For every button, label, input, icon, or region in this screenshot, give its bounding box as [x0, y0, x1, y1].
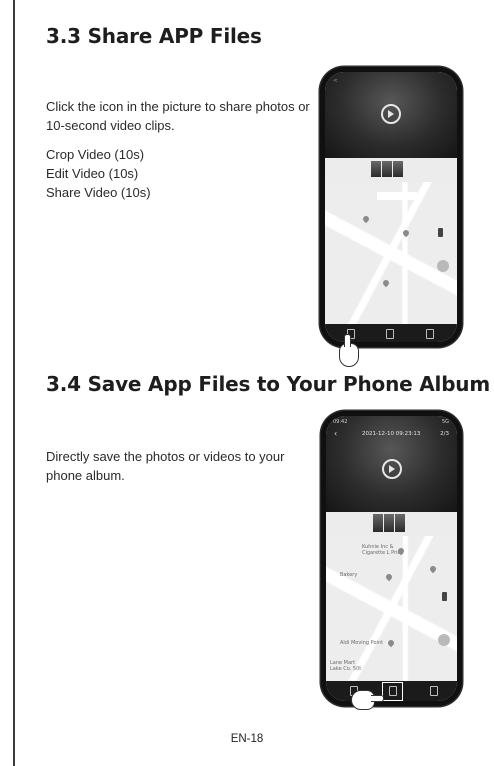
status-time: 09:42 — [333, 419, 348, 425]
phone-mockup-share: < — [320, 67, 462, 347]
trash-icon — [430, 686, 438, 696]
option-edit-video: Edit Video (10s) — [46, 166, 139, 181]
map-pin-icon — [384, 572, 394, 582]
map-label: Bakery — [340, 572, 358, 578]
option-crop-video: Crop Video (10s) — [46, 147, 145, 162]
action-bar — [326, 681, 457, 701]
map-pin-icon — [401, 228, 411, 238]
device-icon — [438, 228, 443, 237]
option-share-video: Share Video (10s) — [46, 185, 151, 200]
video-preview: < — [325, 72, 457, 158]
status-signal: 5G — [441, 419, 449, 425]
download-icon — [386, 329, 394, 339]
section-3-3-description: Click the icon in the picture to share p… — [46, 99, 310, 133]
map-label: Lake Co. 50t — [330, 666, 362, 672]
page-counter: 2/3 — [440, 431, 449, 437]
share-options-list: Crop Video (10s) Edit Video (10s) Share … — [46, 145, 151, 202]
section-3-4-heading: 3.4 Save App Files to Your Phone Album — [46, 372, 490, 396]
section-3-4-description: Directly save the photos or videos to yo… — [46, 449, 285, 483]
map-view: Kuhnie Inc & Cigarette L Pride Bakery Al… — [326, 536, 457, 682]
page-number: EN-18 — [230, 733, 264, 745]
chevron-left-icon: < — [333, 78, 338, 84]
trash-icon — [426, 329, 434, 339]
phone-mockup-save: 09:42 5G ‹ 2021-12-10 09:23:13 2/3 Kuhni… — [321, 411, 462, 706]
location-button-icon — [437, 260, 449, 272]
play-circle-icon — [381, 459, 402, 479]
left-margin-rule — [13, 0, 15, 766]
map-pin-icon — [428, 564, 438, 574]
video-thumbnail-strip — [373, 514, 405, 532]
download-highlight — [382, 682, 403, 701]
phone-screen: < — [325, 72, 457, 342]
map-view — [325, 182, 457, 324]
chevron-left-icon: ‹ — [334, 429, 338, 438]
section-3-3-heading: 3.3 Share APP Files — [46, 24, 262, 48]
phone-screen: 09:42 5G ‹ 2021-12-10 09:23:13 2/3 Kuhni… — [326, 416, 457, 701]
map-pin-icon — [381, 278, 391, 288]
location-button-icon — [438, 634, 450, 646]
map-pin-icon — [361, 214, 371, 224]
play-circle-icon — [381, 104, 401, 124]
map-label: Aldi Moving Point — [340, 640, 384, 646]
video-thumbnail-strip — [371, 161, 403, 177]
device-icon — [442, 592, 447, 601]
pointing-hand-icon — [351, 690, 375, 710]
video-timestamp: 2021-12-10 09:23:13 — [362, 431, 421, 437]
video-preview: 09:42 5G ‹ 2021-12-10 09:23:13 2/3 — [326, 416, 457, 512]
pointing-hand-icon — [339, 334, 359, 367]
map-pin-icon — [386, 638, 396, 648]
